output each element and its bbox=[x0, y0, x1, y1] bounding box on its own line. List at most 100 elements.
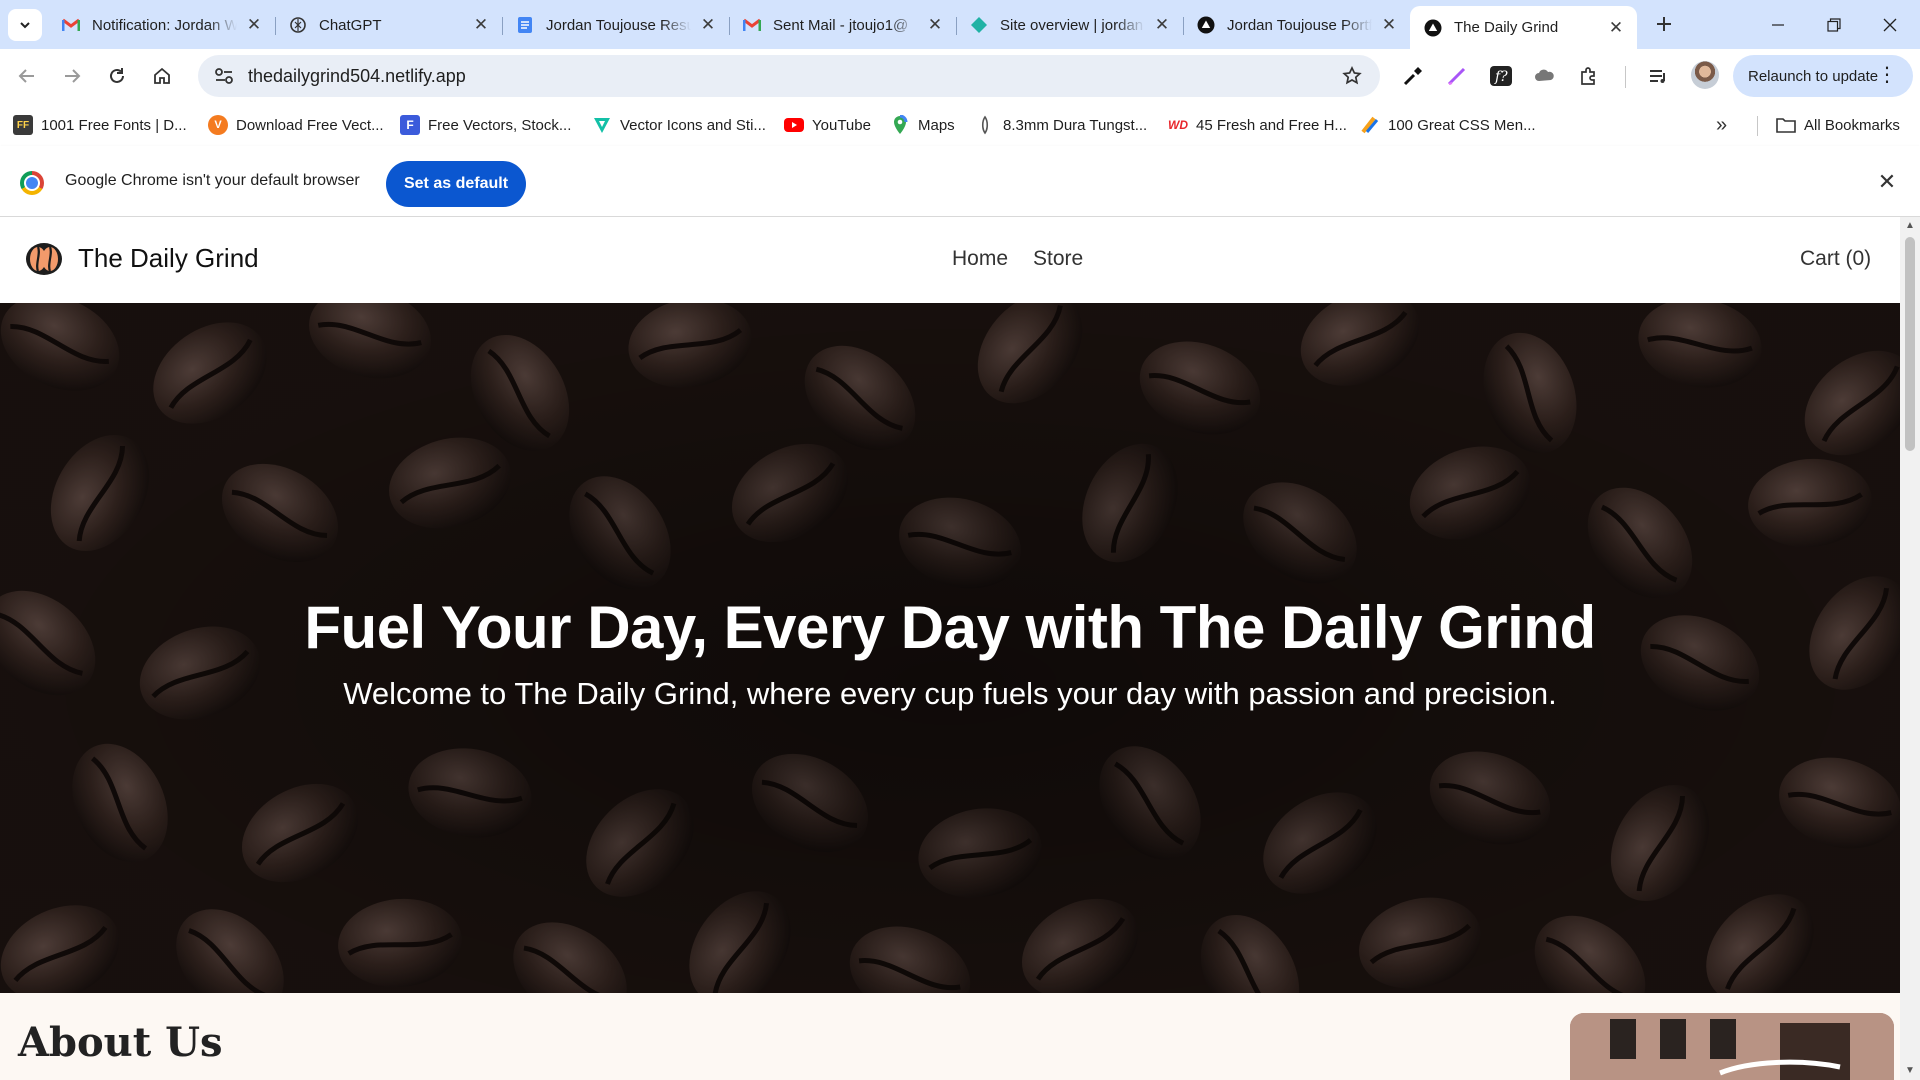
close-icon[interactable]: ✕ bbox=[1153, 15, 1171, 34]
media-controls-icon[interactable] bbox=[1643, 61, 1673, 91]
reload-button[interactable] bbox=[98, 57, 136, 95]
css-icon bbox=[1360, 115, 1380, 135]
infobar-message: Google Chrome isn't your default browser bbox=[65, 172, 360, 189]
hero-title: Fuel Your Day, Every Day with The Daily … bbox=[304, 594, 1596, 661]
close-icon[interactable]: ✕ bbox=[1607, 18, 1625, 37]
bookmark-label: Maps bbox=[918, 116, 955, 134]
tab-title: Jordan Toujouse Portfolio bbox=[1227, 16, 1372, 34]
nav-home-link[interactable]: Home bbox=[952, 247, 1008, 271]
tab-active[interactable]: The Daily Grind ✕ bbox=[1410, 6, 1637, 49]
close-icon[interactable]: ✕ bbox=[472, 15, 490, 34]
all-bookmarks-label: All Bookmarks bbox=[1804, 116, 1900, 134]
tab-title: Sent Mail - jtoujo1@ bbox=[773, 16, 909, 34]
new-tab-button[interactable] bbox=[1650, 10, 1678, 38]
scroll-down-icon[interactable]: ▼ bbox=[1905, 1066, 1915, 1076]
toolbar-divider bbox=[1625, 66, 1626, 88]
netlify-icon bbox=[970, 16, 988, 34]
cloud-extension-icon[interactable] bbox=[1530, 61, 1560, 91]
home-button[interactable] bbox=[143, 57, 181, 95]
close-icon[interactable]: ✕ bbox=[926, 15, 944, 34]
default-browser-infobar: Google Chrome isn't your default browser… bbox=[0, 146, 1920, 217]
maps-icon bbox=[890, 115, 910, 135]
close-window-button[interactable] bbox=[1862, 0, 1918, 49]
close-icon[interactable]: ✕ bbox=[245, 15, 263, 34]
nav-store-link[interactable]: Store bbox=[1033, 247, 1083, 271]
fonts-icon: FF bbox=[13, 115, 33, 135]
bookmark-label: 8.3mm Dura Tungst... bbox=[1003, 116, 1148, 134]
hero-subtitle: Welcome to The Daily Grind, where every … bbox=[343, 676, 1557, 711]
vecteezy-icon: V bbox=[208, 115, 228, 135]
coffee-bean-logo-icon[interactable] bbox=[24, 241, 64, 277]
close-icon bbox=[1883, 18, 1897, 31]
cart-link[interactable]: Cart (0) bbox=[1800, 247, 1871, 271]
bookmark-label: Vector Icons and Sti... bbox=[620, 116, 766, 134]
restore-button[interactable] bbox=[1806, 0, 1862, 49]
storefront-image bbox=[1570, 1013, 1894, 1080]
page-viewport: The Daily Grind Home Store Cart (0) Fuel… bbox=[0, 217, 1900, 1080]
relaunch-button[interactable]: Relaunch to update ⋮ bbox=[1733, 55, 1913, 97]
ring-icon bbox=[975, 115, 995, 135]
font-extension-icon[interactable]: f? bbox=[1486, 61, 1516, 91]
restore-icon bbox=[1827, 17, 1841, 32]
extensions-puzzle-icon[interactable] bbox=[1574, 61, 1604, 91]
close-icon[interactable]: ✕ bbox=[1380, 15, 1398, 34]
bookmark-item[interactable]: WD 45 Fresh and Free H... bbox=[1168, 114, 1347, 136]
tab-title: Notification: Jordan W bbox=[92, 16, 237, 34]
all-bookmarks-button[interactable]: All Bookmarks bbox=[1776, 114, 1900, 136]
bookmark-item[interactable]: 8.3mm Dura Tungst... bbox=[975, 114, 1147, 136]
bookmark-label: Download Free Vect... bbox=[236, 116, 384, 134]
bookmark-item[interactable]: V Download Free Vect... bbox=[208, 114, 384, 136]
url-text[interactable]: thedailygrind504.netlify.app bbox=[248, 66, 1332, 87]
tab-strip: Notification: Jordan W ✕ ChatGPT ✕ Jorda… bbox=[0, 0, 1920, 49]
tab[interactable]: Notification: Jordan W ✕ bbox=[48, 6, 275, 44]
bookmark-item[interactable]: FF 1001 Free Fonts | D... bbox=[13, 114, 187, 136]
minimize-button[interactable] bbox=[1750, 0, 1806, 49]
bookmarks-divider bbox=[1757, 116, 1758, 136]
address-bar[interactable]: thedailygrind504.netlify.app bbox=[198, 55, 1380, 97]
forward-button[interactable] bbox=[53, 57, 91, 95]
bookmark-star-icon[interactable] bbox=[1332, 56, 1372, 96]
chevron-double-right-icon[interactable]: » bbox=[1716, 114, 1727, 137]
close-icon[interactable]: ✕ bbox=[699, 15, 717, 34]
svg-text:f?: f? bbox=[1494, 69, 1508, 85]
tab[interactable]: Jordan Toujouse Portfolio ✕ bbox=[1183, 6, 1410, 44]
bookmark-item[interactable]: YouTube bbox=[784, 114, 871, 136]
tab-title: Site overview | jordan bbox=[1000, 16, 1144, 34]
bookmark-label: 100 Great CSS Men... bbox=[1388, 116, 1536, 134]
browser-toolbar: thedailygrind504.netlify.app f? Relaunch… bbox=[0, 49, 1920, 104]
tab[interactable]: Jordan Toujouse Resume ✕ bbox=[502, 6, 729, 44]
color-picker-extension-icon[interactable] bbox=[1398, 61, 1428, 91]
about-title: About Us bbox=[18, 1019, 223, 1066]
page-scrollbar[interactable]: ▲ ▼ bbox=[1900, 217, 1920, 1080]
site-info-icon[interactable] bbox=[204, 56, 244, 96]
tab[interactable]: Sent Mail - jtoujo1@ ✕ bbox=[729, 6, 956, 44]
arrow-left-icon bbox=[18, 69, 34, 83]
tab[interactable]: ChatGPT ✕ bbox=[275, 6, 502, 44]
flaticon-icon bbox=[592, 115, 612, 135]
tab[interactable]: Site overview | jordan ✕ bbox=[956, 6, 1183, 44]
bookmark-item[interactable]: F Free Vectors, Stock... bbox=[400, 114, 571, 136]
about-section: About Us bbox=[0, 993, 1900, 1080]
close-icon[interactable]: ✕ bbox=[1873, 168, 1901, 196]
tab-search-button[interactable] bbox=[8, 9, 42, 41]
site-name[interactable]: The Daily Grind bbox=[78, 243, 259, 274]
bookmark-label: 1001 Free Fonts | D... bbox=[41, 116, 187, 134]
tab-title: Jordan Toujouse Resume bbox=[546, 16, 691, 34]
scrollbar-thumb[interactable] bbox=[1905, 237, 1915, 451]
docs-icon bbox=[516, 16, 534, 34]
wd-icon: WD bbox=[1168, 118, 1188, 132]
bookmark-item[interactable]: Vector Icons and Sti... bbox=[592, 114, 766, 136]
vercel-icon bbox=[1424, 19, 1442, 37]
minimize-icon bbox=[1772, 23, 1784, 26]
bookmark-item[interactable]: Maps bbox=[890, 114, 955, 136]
bookmark-label: YouTube bbox=[812, 116, 871, 134]
back-button[interactable] bbox=[8, 57, 46, 95]
folder-icon bbox=[1776, 115, 1796, 135]
chatgpt-icon bbox=[289, 16, 307, 34]
set-default-button[interactable]: Set as default bbox=[386, 161, 526, 207]
profile-avatar[interactable] bbox=[1691, 61, 1719, 89]
bookmark-item[interactable]: 100 Great CSS Men... bbox=[1360, 114, 1536, 136]
pen-extension-icon[interactable] bbox=[1442, 61, 1472, 91]
more-vert-icon[interactable]: ⋮ bbox=[1877, 65, 1897, 85]
scroll-up-icon[interactable]: ▲ bbox=[1905, 221, 1915, 231]
